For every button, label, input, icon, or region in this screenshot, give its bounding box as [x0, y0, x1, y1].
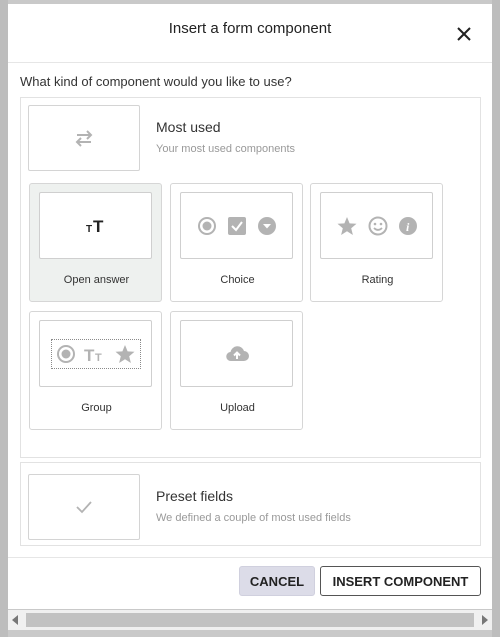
preset-fields-title: Preset fields	[156, 488, 234, 504]
component-card-group[interactable]: T T Group	[29, 311, 162, 430]
component-card-rating[interactable]: i Rating	[310, 183, 443, 302]
dialog-title: Insert a form component	[168, 20, 332, 37]
svg-text:T: T	[95, 352, 102, 363]
preset-fields-panel: Preset fields We defined a couple of mos…	[20, 462, 481, 546]
swap-arrows-icon	[75, 130, 93, 147]
svg-text:T: T	[84, 346, 95, 363]
component-preview: T T	[39, 320, 152, 387]
text-size-icon: T T	[84, 346, 102, 363]
component-card-choice[interactable]: Choice	[170, 183, 303, 302]
star-icon	[115, 344, 134, 363]
radio-icon	[56, 344, 75, 363]
svg-text:T: T	[86, 224, 92, 235]
cancel-button[interactable]: CANCEL	[239, 566, 315, 596]
backdrop-right	[492, 0, 500, 637]
dropdown-icon	[257, 216, 276, 235]
horizontal-scrollbar[interactable]	[8, 610, 492, 630]
component-label: Group	[81, 402, 112, 414]
scroll-left-arrow-icon[interactable]	[12, 615, 18, 625]
text-size-icon: T T	[86, 217, 104, 235]
checkbox-icon	[227, 216, 246, 235]
component-card-open-answer[interactable]: T T Open answer	[29, 183, 162, 302]
svg-text:T: T	[93, 217, 104, 235]
dialog-question: What kind of component would you like to…	[20, 74, 292, 89]
component-label: Upload	[220, 402, 255, 414]
scrollbar-thumb[interactable]	[26, 613, 474, 627]
scroll-right-arrow-icon[interactable]	[482, 615, 488, 625]
cloud-upload-icon	[225, 345, 249, 361]
component-preview	[180, 320, 293, 387]
component-label: Rating	[361, 274, 394, 286]
insert-component-button[interactable]: INSERT COMPONENT	[320, 566, 481, 596]
smiley-icon	[368, 216, 387, 235]
dialog-header: Insert a form component	[8, 4, 492, 63]
component-label: Choice	[220, 274, 255, 286]
component-preview: T T	[39, 192, 152, 259]
close-button[interactable]	[454, 24, 474, 44]
radio-icon	[197, 216, 216, 235]
close-icon	[457, 27, 471, 41]
preset-fields-thumb[interactable]	[28, 474, 140, 540]
most-used-title: Most used	[156, 119, 221, 135]
component-label: Open answer	[63, 274, 130, 286]
most-used-subtitle: Your most used components	[156, 143, 296, 155]
info-icon: i	[398, 216, 417, 235]
preset-fields-subtitle: We defined a couple of most used fields	[156, 512, 351, 524]
most-used-thumb[interactable]	[28, 105, 140, 171]
checkmark-icon	[76, 501, 92, 514]
component-card-upload[interactable]: Upload	[170, 311, 303, 430]
insert-component-dialog: Insert a form component What kind of com…	[8, 4, 492, 609]
star-icon	[337, 216, 356, 235]
component-preview: i	[320, 192, 433, 259]
components-panel: Most used Your most used components T T …	[20, 97, 481, 458]
component-preview	[180, 192, 293, 259]
backdrop-left	[0, 0, 8, 637]
dialog-footer: CANCEL INSERT COMPONENT	[8, 557, 492, 610]
group-outline: T T	[50, 338, 141, 369]
